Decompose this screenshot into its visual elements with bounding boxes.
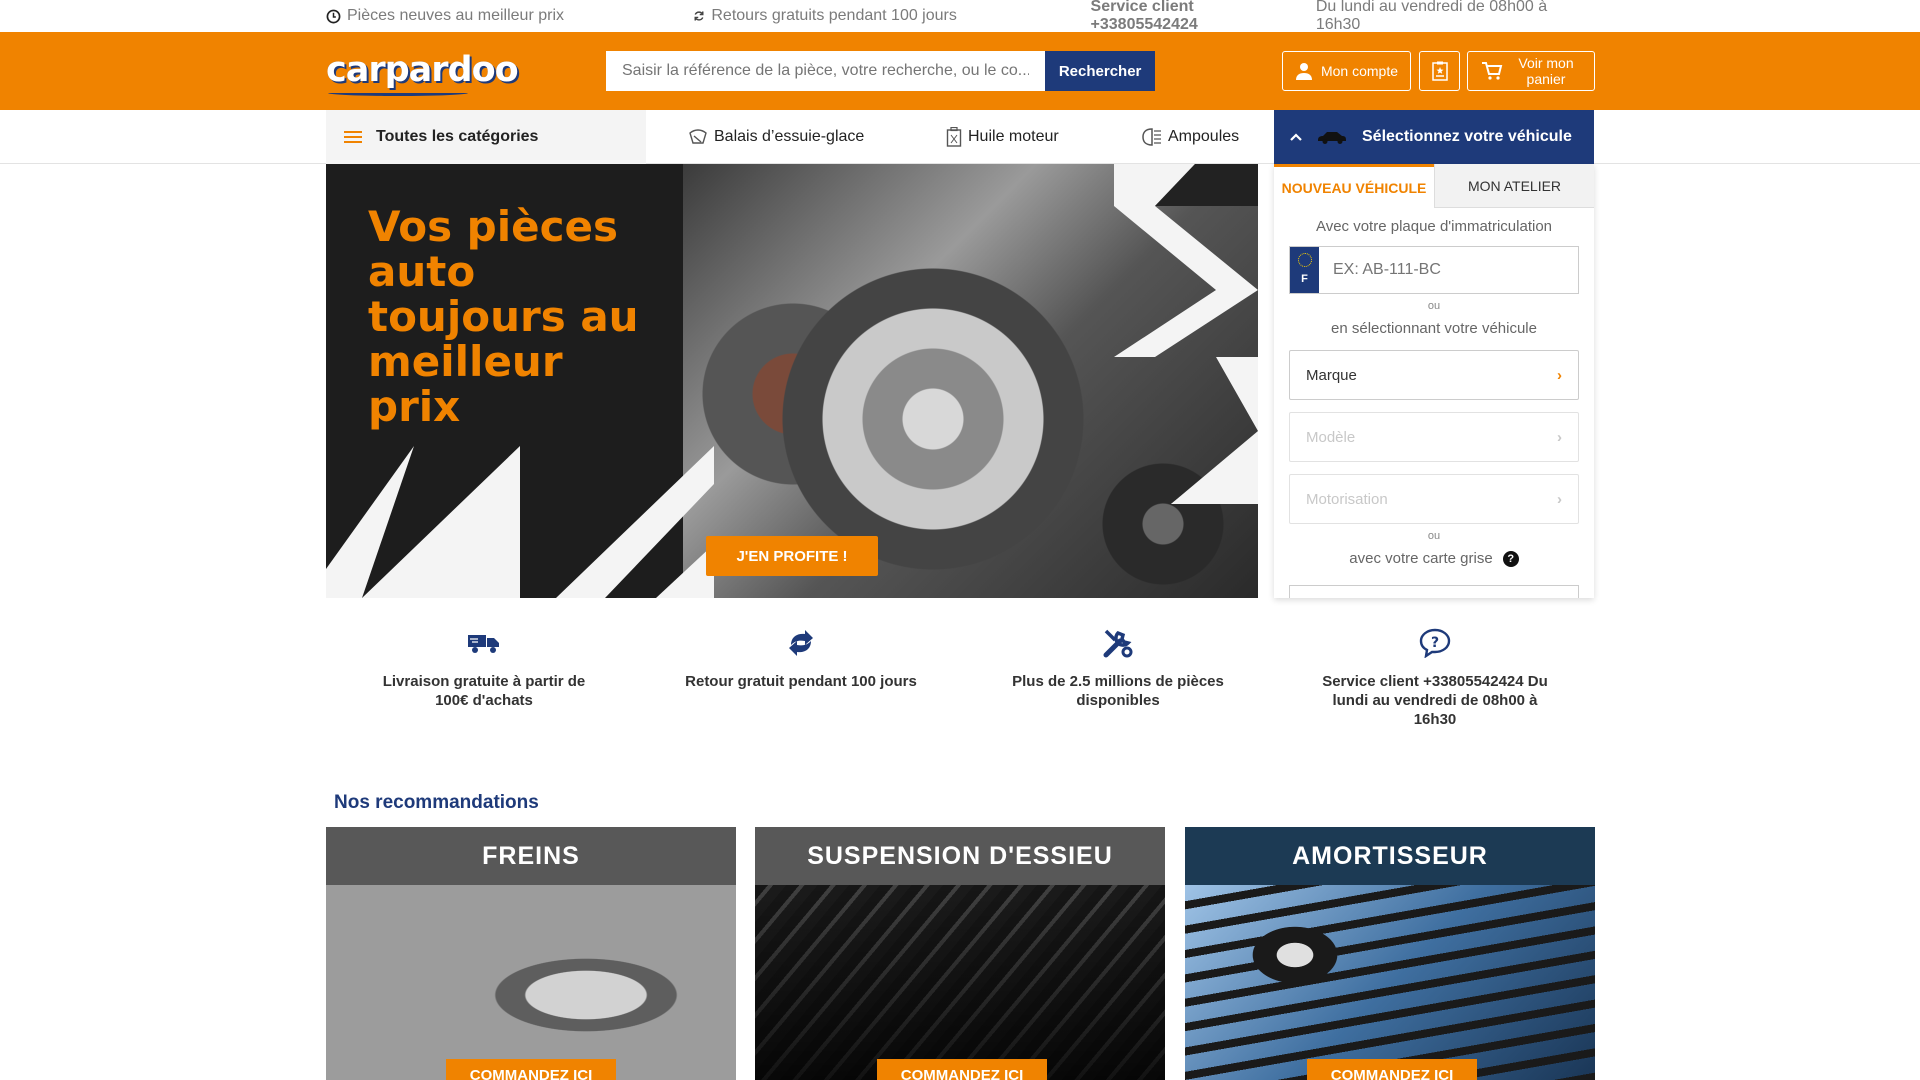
search-button[interactable]: Rechercher [1045,51,1155,91]
chat-question-icon: ? [1419,628,1451,658]
oil-can-icon [946,127,962,147]
hero-banner[interactable]: Vos pièces auto toujours au meilleur pri… [326,164,1258,598]
plate-label: Avec votre plaque d'immatriculation [1315,218,1553,235]
nav-link-engine-oil-label: Huile moteur [968,128,1059,145]
user-icon [1295,63,1312,80]
engine-select[interactable]: Motorisation › [1289,474,1579,524]
vehicle-selector-toggle[interactable]: Sélectionnez votre véhicule [1274,110,1594,164]
order-button[interactable]: COMMANDEZ ICI [446,1059,616,1080]
suspension-image [755,885,1165,1080]
topbar-new-parts: Pièces neuves au meilleur prix [326,7,693,25]
plate-country: F [1301,273,1308,285]
refresh-icon [694,11,704,21]
hero-cta-button[interactable]: J'EN PROFITE ! [706,536,878,576]
model-select[interactable]: Modèle › [1289,412,1579,462]
topbar-service: Service client +33805542424 Du lundi au … [1091,0,1594,34]
tools-icon [1103,629,1133,658]
card-title: AMORTISSEUR [1185,827,1595,885]
truck-icon [468,635,499,653]
all-categories-label: Toutes les catégories [376,128,539,145]
top-info-bar: Pièces neuves au meilleur prix Retours g… [0,0,1920,34]
recommendations-title: Nos recommandations [334,792,539,813]
nav-link-engine-oil[interactable]: Huile moteur [946,110,1059,164]
recommendation-card-shock-absorber[interactable]: AMORTISSEUR COMMANDEZ ICI [1185,827,1595,1080]
wishlist-button[interactable] [1419,51,1460,91]
headlight-icon [1142,128,1161,146]
hero-title: Vos pièces auto toujours au meilleur pri… [368,202,639,431]
brakes-image [326,885,736,1080]
chevron-right-icon: › [1557,490,1562,508]
card-title: FREINS [326,827,736,885]
site-logo[interactable]: carpardoo [326,50,519,90]
feature-delivery: Livraison gratuite à partir de 100€ d'ac… [364,624,604,710]
model-select-label: Modèle [1306,428,1356,446]
vehicle-panel: NOUVEAU VÉHICULE MON ATELIER Avec votre … [1274,164,1594,598]
order-button[interactable]: COMMANDEZ ICI [1307,1059,1477,1080]
service-phone[interactable]: Service client +33805542424 [1091,0,1304,34]
nav-link-bulbs[interactable]: Ampoules [1140,110,1239,164]
tab-new-vehicle[interactable]: NOUVEAU VÉHICULE [1274,164,1434,208]
recommendation-card-suspension[interactable]: SUSPENSION D'ESSIEU COMMANDEZ ICI [755,827,1165,1080]
logo-underline [328,90,468,96]
brand-select-label: Marque [1306,366,1357,384]
main-header: carpardoo Rechercher Mon compte Voir mon… [0,32,1920,110]
feature-returns: Retour gratuit pendant 100 jours [681,624,921,691]
tab-my-workshop[interactable]: MON ATELIER [1434,164,1594,208]
wiper-icon [689,129,707,144]
search-bar: Rechercher [606,51,1155,91]
order-button[interactable]: COMMANDEZ ICI [877,1059,1047,1080]
plate-input[interactable] [1319,247,1578,293]
service-hours: Du lundi au vendredi de 08h00 à 16h30 [1315,0,1548,33]
svg-text:?: ? [1431,635,1439,651]
account-button[interactable]: Mon compte [1282,51,1411,91]
chevron-up-icon [1290,133,1302,141]
feature-service-text: Service client +33805542424 Du lundi au … [1322,673,1548,728]
all-categories-menu[interactable]: Toutes les catégories [326,110,646,164]
topbar-returns: Retours gratuits pendant 100 jours [693,7,1090,25]
feature-parts-text: Plus de 2.5 millions de pièces disponibl… [1012,673,1224,709]
help-icon[interactable]: ? [1502,551,1519,568]
cart-button[interactable]: Voir mon panier [1467,51,1595,91]
or-separator: ou [1427,530,1441,542]
account-label: Mon compte [1320,63,1399,79]
car-icon [1318,132,1346,144]
exchange-icon [789,630,813,656]
card-title: SUSPENSION D'ESSIEU [755,827,1165,885]
clock-icon [326,9,341,23]
registration-row: avec votre carte grise? [1274,550,1594,568]
select-label: en sélectionnant votre véhicule [1331,320,1537,337]
nav-link-wipers[interactable]: Balais d’essuie-glace [688,110,864,164]
vehicle-selector-label: Sélectionnez votre véhicule [1362,128,1572,145]
vehicle-tabs: NOUVEAU VÉHICULE MON ATELIER [1274,164,1594,208]
topbar-returns-text: Retours gratuits pendant 100 jours [711,7,957,24]
topbar-new-parts-text: Pièces neuves au meilleur prix [347,7,564,24]
chevron-right-icon: › [1557,428,1562,446]
shock-absorber-image [1185,885,1595,1080]
hamburger-icon [344,131,362,143]
feature-service: ? Service client +33805542424 Du lundi a… [1315,624,1555,729]
nav-link-bulbs-label: Ampoules [1168,128,1240,145]
registration-field[interactable] [1289,585,1579,598]
plate-field: F [1289,246,1579,294]
feature-parts: Plus de 2.5 millions de pièces disponibl… [998,624,1238,710]
engine-select-label: Motorisation [1306,490,1388,508]
category-nav: Toutes les catégories Balais d’essuie-gl… [0,110,1920,164]
eu-flag-icon: F [1290,247,1319,293]
cart-icon [1482,62,1503,80]
or-separator: ou [1427,300,1441,312]
cart-label: Voir mon panier [1518,55,1574,87]
chevron-right-icon: › [1557,366,1562,384]
feature-delivery-text: Livraison gratuite à partir de 100€ d'ac… [382,673,586,709]
feature-returns-text: Retour gratuit pendant 100 jours [685,673,917,690]
registration-label: avec votre carte grise [1349,550,1493,567]
search-input[interactable] [606,51,1046,91]
clipboard-star-icon [1431,61,1448,81]
nav-link-wipers-label: Balais d’essuie-glace [714,128,865,145]
brand-select[interactable]: Marque › [1289,350,1579,400]
recommendation-card-brakes[interactable]: FREINS COMMANDEZ ICI [326,827,736,1080]
